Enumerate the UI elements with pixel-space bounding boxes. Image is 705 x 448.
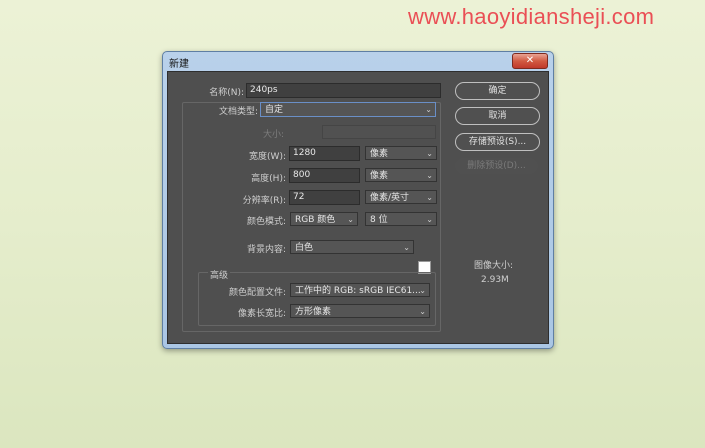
dialog-title-bar[interactable]: 新建 ✕ xyxy=(163,52,553,71)
name-label: 名称(N): xyxy=(209,88,244,98)
color-profile-label: 颜色配置文件: xyxy=(228,288,286,298)
width-label: 宽度(W): xyxy=(249,152,286,162)
height-input[interactable]: 800 xyxy=(289,168,360,183)
chevron-down-icon: ⌄ xyxy=(425,105,432,114)
width-unit-select[interactable]: 像素 ⌄ xyxy=(365,146,437,160)
color-mode-select[interactable]: RGB 颜色 ⌄ xyxy=(290,212,358,226)
pixel-aspect-value: 方形像素 xyxy=(295,307,332,317)
dialog-body: 名称(N): 240ps 文档类型: 自定 ⌄ 大小: 宽度(W): 1280 … xyxy=(167,71,549,344)
color-mode-label: 颜色模式: xyxy=(246,217,286,227)
bit-depth-select[interactable]: 8 位 ⌄ xyxy=(365,212,437,226)
chevron-down-icon: ⌄ xyxy=(419,286,426,295)
resolution-input[interactable]: 72 xyxy=(289,190,360,205)
chevron-down-icon: ⌄ xyxy=(426,149,433,158)
chevron-down-icon: ⌄ xyxy=(419,307,426,316)
name-input[interactable]: 240ps xyxy=(246,83,441,98)
image-size-label: 图像大小: xyxy=(474,261,514,271)
color-profile-value: 工作中的 RGB: sRGB IEC61... xyxy=(295,286,421,296)
chevron-down-icon: ⌄ xyxy=(426,193,433,202)
close-button[interactable]: ✕ xyxy=(512,53,548,69)
height-unit-select[interactable]: 像素 ⌄ xyxy=(365,168,437,182)
size-select xyxy=(322,125,436,139)
ok-button[interactable]: 确定 xyxy=(455,82,540,100)
watermark-url: www.haoyidiansheji.com xyxy=(408,4,655,29)
pixel-aspect-select[interactable]: 方形像素 ⌄ xyxy=(290,304,430,318)
image-size-value: 2.93M xyxy=(481,275,509,285)
pixel-aspect-label: 像素长宽比: xyxy=(237,309,286,319)
chevron-down-icon: ⌄ xyxy=(347,215,354,224)
bit-depth-value: 8 位 xyxy=(370,215,388,225)
width-input[interactable]: 1280 xyxy=(289,146,360,161)
dialog-title: 新建 xyxy=(169,59,189,70)
new-document-dialog: 新建 ✕ 名称(N): 240ps 文档类型: 自定 ⌄ 大小: 宽度(W): … xyxy=(162,51,554,349)
delete-preset-button: 删除预设(D)... xyxy=(455,158,538,174)
chevron-down-icon: ⌄ xyxy=(426,215,433,224)
resolution-unit-select[interactable]: 像素/英寸 ⌄ xyxy=(365,190,437,204)
save-preset-button[interactable]: 存储预设(S)... xyxy=(455,133,540,151)
color-mode-value: RGB 颜色 xyxy=(295,215,336,225)
color-profile-select[interactable]: 工作中的 RGB: sRGB IEC61... ⌄ xyxy=(290,283,430,297)
chevron-down-icon: ⌄ xyxy=(426,171,433,180)
resolution-label: 分辨率(R): xyxy=(242,196,286,206)
height-label: 高度(H): xyxy=(251,174,286,184)
close-icon: ✕ xyxy=(525,55,535,66)
width-unit-value: 像素 xyxy=(370,149,389,159)
background-select[interactable]: 白色 ⌄ xyxy=(290,240,414,254)
document-type-label: 文档类型: xyxy=(218,107,258,117)
background-value: 白色 xyxy=(295,243,314,253)
height-unit-value: 像素 xyxy=(370,171,389,181)
advanced-title: 高级 xyxy=(208,268,231,281)
background-label: 背景内容: xyxy=(246,245,286,255)
cancel-button[interactable]: 取消 xyxy=(455,107,540,125)
document-type-select[interactable]: 自定 ⌄ xyxy=(260,102,436,117)
chevron-down-icon: ⌄ xyxy=(403,243,410,252)
resolution-unit-value: 像素/英寸 xyxy=(370,193,410,203)
document-type-value: 自定 xyxy=(265,105,284,115)
size-label: 大小: xyxy=(262,130,284,140)
